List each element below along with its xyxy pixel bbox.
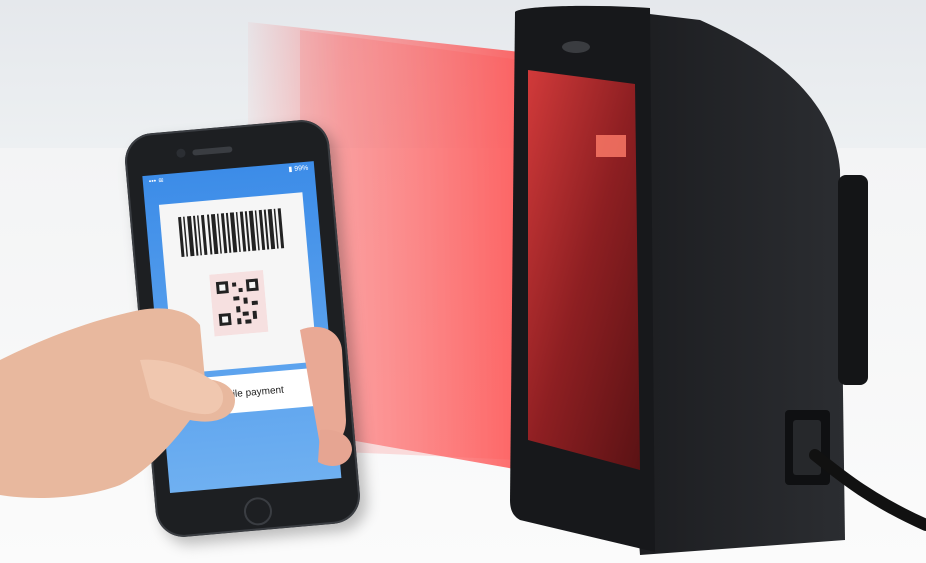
product-photo: ••• ≋ ▮ 99% Mobile payment [0, 0, 926, 563]
hand [0, 308, 352, 498]
